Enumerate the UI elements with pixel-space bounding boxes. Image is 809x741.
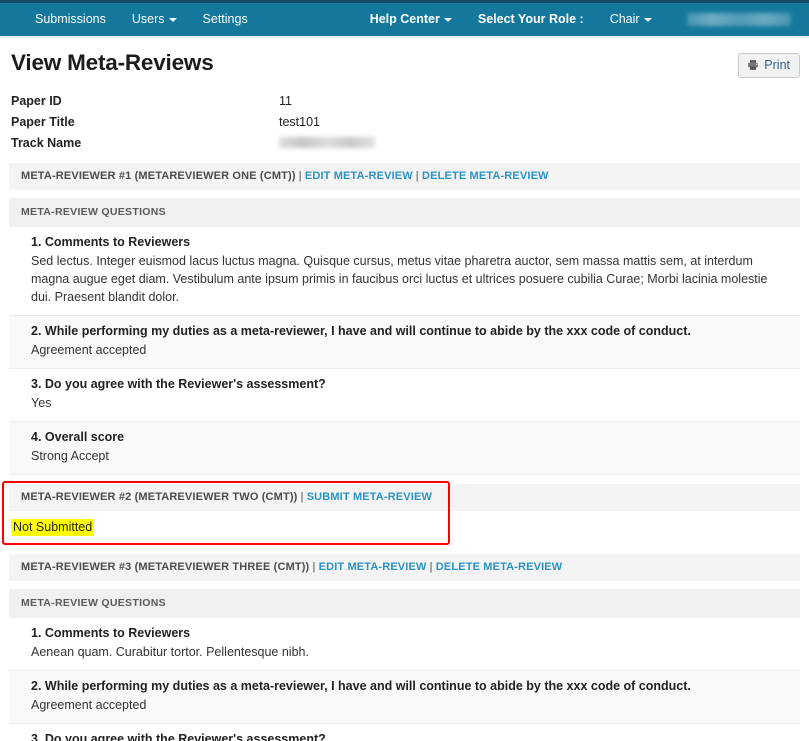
- nav-item-submissions[interactable]: Submissions: [22, 3, 119, 36]
- meta-reviewer-title: META-REVIEWER #3 (METAREVIEWER THREE (CM…: [21, 561, 310, 573]
- meta-reviewer-header: META-REVIEWER #3 (METAREVIEWER THREE (CM…: [9, 554, 800, 581]
- nav-item-label: Users: [131, 12, 165, 26]
- question-answer-row: 2. While performing my duties as a meta-…: [9, 671, 800, 724]
- paper-info-label: Paper ID: [11, 93, 62, 108]
- paper-info-value: 11: [279, 93, 292, 108]
- question-answer-row: 1. Comments to Reviewers Aenean quam. Cur…: [9, 618, 800, 671]
- answer-text: Aenean quam. Curabitur tortor. Pellentes…: [31, 645, 309, 659]
- print-button[interactable]: Print: [738, 53, 800, 78]
- page-title: View Meta-Reviews: [11, 50, 214, 75]
- meta-reviewer-header: META-REVIEWER #2 (METAREVIEWER TWO (CMT)…: [9, 484, 800, 511]
- link-separator: |: [300, 491, 304, 503]
- question-answer-row: 2. While performing my duties as a meta-…: [9, 316, 800, 369]
- nav-item-label: Settings: [202, 12, 248, 26]
- link-submit-meta-review[interactable]: SUBMIT META-REVIEW: [307, 491, 432, 503]
- link-delete-meta-review[interactable]: DELETE META-REVIEW: [422, 170, 549, 182]
- paper-info-value: test101: [279, 114, 321, 129]
- nav-item-label: Submissions: [35, 12, 106, 26]
- link-delete-meta-review[interactable]: DELETE META-REVIEW: [436, 561, 563, 573]
- nav-item-users[interactable]: Users: [119, 3, 190, 36]
- paper-info-row: Track Name: [11, 132, 800, 153]
- question-text: 2. While performing my duties as a meta-…: [31, 324, 691, 338]
- page-header: View Meta-Reviews Print: [9, 38, 800, 78]
- top-navbar: Submissions Users Settings Help Center Sele…: [0, 3, 809, 36]
- nav-item-help-center[interactable]: Help Center: [357, 3, 465, 36]
- link-separator: |: [312, 561, 316, 573]
- meta-reviewer-header: META-REVIEWER #1 (METAREVIEWER ONE (CMT)…: [9, 163, 800, 190]
- paper-info-row: Paper Title test101: [11, 111, 800, 132]
- question-text: 4. Overall score: [31, 430, 125, 444]
- status-badge: Not Submitted: [11, 519, 95, 536]
- answer-text: Agreement accepted: [31, 698, 147, 712]
- question-text: 2. While performing my duties as a meta-…: [31, 679, 691, 693]
- print-button-label: Print: [764, 58, 790, 72]
- question-answer-row: 1. Comments to Reviewers Sed lectus. Inte…: [9, 227, 800, 316]
- nav-item-label: Chair: [609, 12, 640, 26]
- link-separator: |: [429, 561, 433, 573]
- question-text: 1. Comments to Reviewers: [31, 626, 191, 640]
- not-submitted-row: Not Submitted: [9, 511, 800, 545]
- meta-reviewer-block: META-REVIEWER #2 (METAREVIEWER TWO (CMT)…: [9, 484, 800, 545]
- meta-review-questions-header: META-REVIEW QUESTIONS: [9, 589, 800, 618]
- meta-reviews-list: META-REVIEWER #1 (METAREVIEWER ONE (CMT)…: [2, 163, 800, 741]
- answer-text: Agreement accepted: [31, 343, 147, 357]
- meta-reviewer-title: META-REVIEWER #1 (METAREVIEWER ONE (CMT)…: [21, 170, 296, 182]
- nav-item-label: Help Center: [369, 12, 440, 26]
- nav-item-chair[interactable]: Chair: [597, 3, 665, 36]
- paper-info-label: Paper Title: [11, 114, 75, 129]
- navbar-redacted-group: [665, 13, 809, 26]
- paper-info-label: Track Name: [11, 135, 82, 150]
- meta-review-questions-header: META-REVIEW QUESTIONS: [9, 198, 800, 227]
- link-edit-meta-review[interactable]: EDIT META-REVIEW: [305, 170, 413, 182]
- question-text: 3. Do you agree with the Reviewer's asse…: [31, 377, 326, 391]
- meta-reviewer-block: META-REVIEWER #3 (METAREVIEWER THREE (CM…: [9, 554, 800, 741]
- nav-item-select-your-role[interactable]: Select Your Role :: [465, 3, 597, 36]
- link-separator: |: [415, 170, 420, 182]
- answer-text: Yes: [31, 396, 52, 410]
- link-edit-meta-review[interactable]: EDIT META-REVIEW: [319, 561, 427, 573]
- redacted-user-name: [686, 13, 791, 26]
- question-text: 1. Comments to Reviewers: [31, 235, 191, 249]
- meta-reviewer-title: META-REVIEWER #2 (METAREVIEWER TWO (CMT)…: [21, 491, 298, 503]
- question-answer-row: 4. Overall score Strong Accept: [9, 422, 800, 475]
- paper-info-row: Paper ID 11: [11, 90, 800, 111]
- paper-info-table: Paper ID 11 Paper Title test101 Track Name: [11, 90, 800, 153]
- nav-item-settings[interactable]: Settings: [190, 3, 261, 36]
- chevron-down-icon: [443, 17, 452, 22]
- answer-text: Sed lectus. Integer euismod lacus luctus…: [31, 254, 768, 304]
- chevron-down-icon: [643, 17, 652, 22]
- answer-text: Strong Accept: [31, 449, 109, 463]
- link-separator: |: [298, 170, 302, 182]
- chevron-down-icon: [168, 17, 177, 22]
- navbar-left-group: Submissions Users Settings: [22, 3, 261, 36]
- nav-item-label: Select Your Role :: [477, 12, 584, 26]
- paper-info-value-redacted: [279, 137, 375, 148]
- meta-reviewer-block: META-REVIEWER #1 (METAREVIEWER ONE (CMT)…: [9, 163, 800, 475]
- question-answer-row: 3. Do you agree with the Reviewer's asse…: [9, 724, 800, 741]
- printer-icon: [747, 59, 759, 71]
- navbar-right-group: Help Center Select Your Role : Chair: [357, 3, 665, 36]
- question-answer-row: 3. Do you agree with the Reviewer's asse…: [9, 369, 800, 422]
- question-text: 3. Do you agree with the Reviewer's asse…: [31, 732, 326, 741]
